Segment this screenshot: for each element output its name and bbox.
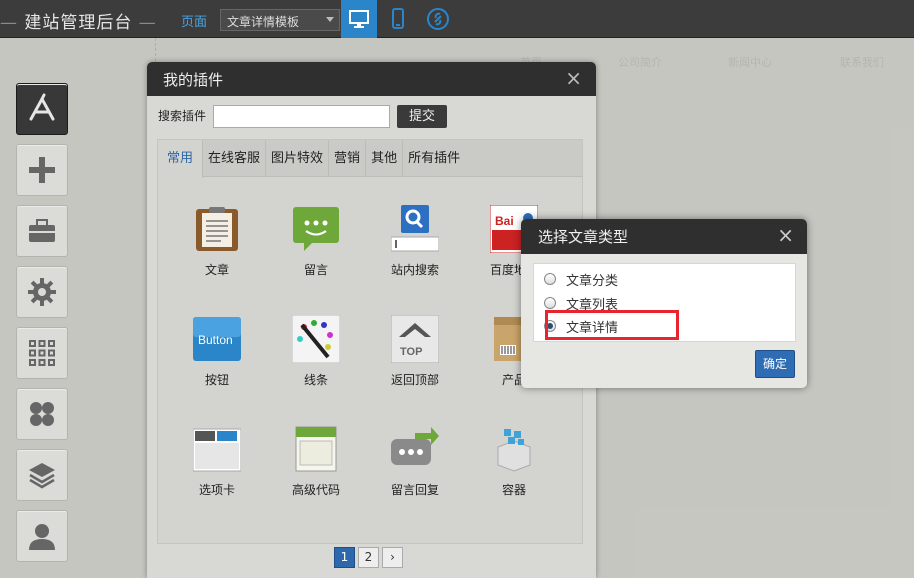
container-icon (490, 425, 538, 473)
button-icon: Button (193, 315, 241, 363)
chat-bubble-icon (292, 205, 340, 253)
plugin-button[interactable]: Button 按钮 (172, 315, 262, 388)
link-icon (427, 8, 449, 30)
plugin-lines[interactable]: 线条 (271, 314, 361, 388)
svg-text:TOP: TOP (400, 346, 422, 358)
plugin-site-search[interactable]: 站内搜索 (370, 205, 460, 278)
plugin-container[interactable]: 容器 (469, 425, 559, 498)
article-icon (193, 205, 241, 253)
reply-icon (391, 425, 439, 473)
next-page-button[interactable]: › (382, 547, 403, 568)
plugin-back-to-top[interactable]: TOP 返回顶部 (370, 314, 460, 388)
tab-image-effects[interactable]: 图片特效 (266, 140, 330, 177)
plugin-label: 留言 (303, 263, 328, 277)
page-2-button[interactable]: 2 (358, 547, 379, 568)
chevron-down-icon (326, 17, 334, 22)
article-type-dialog: 选择文章类型 × 文章分类 文章列表 文章详情 确定 (521, 219, 807, 388)
search-label: 搜索插件 (158, 109, 207, 123)
svg-text:Bai: Bai (495, 214, 514, 228)
plugin-dialog-title: 我的插件 (163, 71, 224, 89)
plugin-article[interactable]: 文章 (172, 205, 262, 278)
html-code-icon (292, 425, 340, 473)
mobile-icon (392, 8, 404, 29)
brand-title: — 建站管理后台 — (0, 13, 157, 33)
submit-button[interactable]: 提交 (397, 105, 447, 128)
plugin-label: 留言回复 (390, 483, 439, 497)
link-button[interactable] (420, 0, 456, 38)
plugin-message-reply[interactable]: 留言回复 (370, 425, 460, 498)
plugin-label: 线条 (303, 373, 328, 387)
desktop-icon (349, 10, 369, 28)
pagination: 1 2 › (334, 547, 403, 568)
tab-other[interactable]: 其他 (366, 140, 404, 177)
desktop-view-button[interactable] (341, 0, 377, 38)
svg-text:Button: Button (198, 333, 233, 347)
plugin-label: 文章 (204, 263, 229, 277)
highlight-box (545, 310, 679, 340)
page-template-value: 文章详情模板 (227, 15, 300, 29)
plugin-label: 返回顶部 (390, 373, 439, 387)
plugin-label: 站内搜索 (390, 263, 439, 277)
option-article-category[interactable]: 文章分类 (544, 268, 618, 290)
plugin-advanced-code[interactable]: 高级代码 (271, 425, 361, 498)
tab-marketing[interactable]: 营销 (329, 140, 367, 177)
page-label: 页面 (181, 15, 208, 30)
tab-all-plugins[interactable]: 所有插件 (403, 140, 465, 177)
article-type-dialog-header: 选择文章类型 × (521, 219, 807, 254)
page-template-select[interactable]: 文章详情模板 (220, 9, 340, 31)
plugin-label: 选项卡 (198, 483, 235, 497)
plugin-dialog-header: 我的插件 × (147, 62, 596, 96)
article-type-dialog-title: 选择文章类型 (538, 228, 629, 246)
confirm-button[interactable]: 确定 (755, 350, 795, 378)
search-input[interactable] (213, 105, 390, 128)
plugin-tabs: 常用 在线客服 图片特效 营销 其他 所有插件 (158, 140, 582, 178)
plugin-tab-panel: 常用 在线客服 图片特效 营销 其他 所有插件 文章 留言 站内搜索 Bai 百… (157, 139, 583, 544)
plugin-label: 高级代码 (291, 483, 340, 497)
search-icon (390, 205, 440, 253)
page-1-button[interactable]: 1 (334, 547, 355, 568)
option-label: 文章分类 (566, 273, 619, 289)
tabs-icon (192, 425, 242, 473)
tab-online-service[interactable]: 在线客服 (203, 140, 267, 177)
plugin-message[interactable]: 留言 (271, 205, 361, 278)
tab-common[interactable]: 常用 (158, 140, 204, 178)
back-to-top-icon: TOP (390, 314, 440, 364)
plugin-tabs[interactable]: 选项卡 (172, 425, 262, 498)
pen-palette-icon (291, 314, 341, 364)
plugin-label: 按钮 (204, 373, 229, 387)
plugin-label: 容器 (501, 483, 526, 497)
radio-button[interactable] (544, 273, 556, 285)
brand-text: 建站管理后台 (24, 13, 133, 33)
close-icon[interactable]: × (777, 225, 794, 245)
close-icon[interactable]: × (565, 68, 582, 88)
mobile-view-button[interactable] (380, 0, 416, 38)
top-bar: — 建站管理后台 — 页面 文章详情模板 (0, 0, 914, 38)
radio-button[interactable] (544, 297, 556, 309)
